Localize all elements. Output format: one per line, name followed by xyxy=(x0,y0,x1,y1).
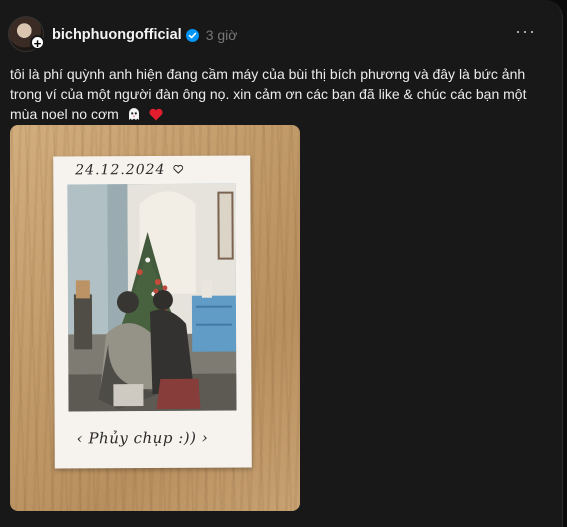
follow-plus-icon[interactable]: + xyxy=(30,35,45,51)
more-options-button[interactable]: ··· xyxy=(515,22,536,40)
avatar[interactable]: + xyxy=(8,16,45,52)
polaroid-date-value: 24.12.2024 xyxy=(75,161,166,179)
polaroid-caption-text: ‹ Phủy chụp :)) › xyxy=(77,429,209,448)
polaroid-date-text: 24.12.2024 xyxy=(75,161,183,179)
post-header: bichphuongofficial 3 giờ xyxy=(52,27,237,43)
scrollbar-track[interactable] xyxy=(563,0,567,527)
polaroid-caption-open: ‹ xyxy=(76,429,89,448)
verified-badge-icon xyxy=(185,28,199,42)
post-card: + bichphuongofficial 3 giờ ··· tôi là ph… xyxy=(0,0,563,527)
caption-text: tôi là phí quỳnh anh hiện đang cầm máy c… xyxy=(10,66,527,122)
doodle-heart-icon xyxy=(172,164,183,174)
post-image[interactable]: 24.12.2024 ‹ Phủy chụp:)) › xyxy=(10,125,300,511)
post-caption: tôi là phí quỳnh anh hiện đang cầm máy c… xyxy=(10,64,550,124)
polaroid-caption-close: › xyxy=(201,428,209,447)
polaroid-caption-value: Phủy chụp :)) xyxy=(88,428,197,448)
polaroid-photo xyxy=(67,183,237,412)
ghost-face-icon xyxy=(123,106,146,122)
username-link[interactable]: bichphuongofficial xyxy=(52,27,182,43)
polaroid-print: 24.12.2024 ‹ Phủy chụp:)) › xyxy=(53,155,252,469)
post-timestamp[interactable]: 3 giờ xyxy=(206,27,238,43)
red-heart-icon xyxy=(146,106,163,122)
christmas-photo-scene xyxy=(67,183,237,412)
